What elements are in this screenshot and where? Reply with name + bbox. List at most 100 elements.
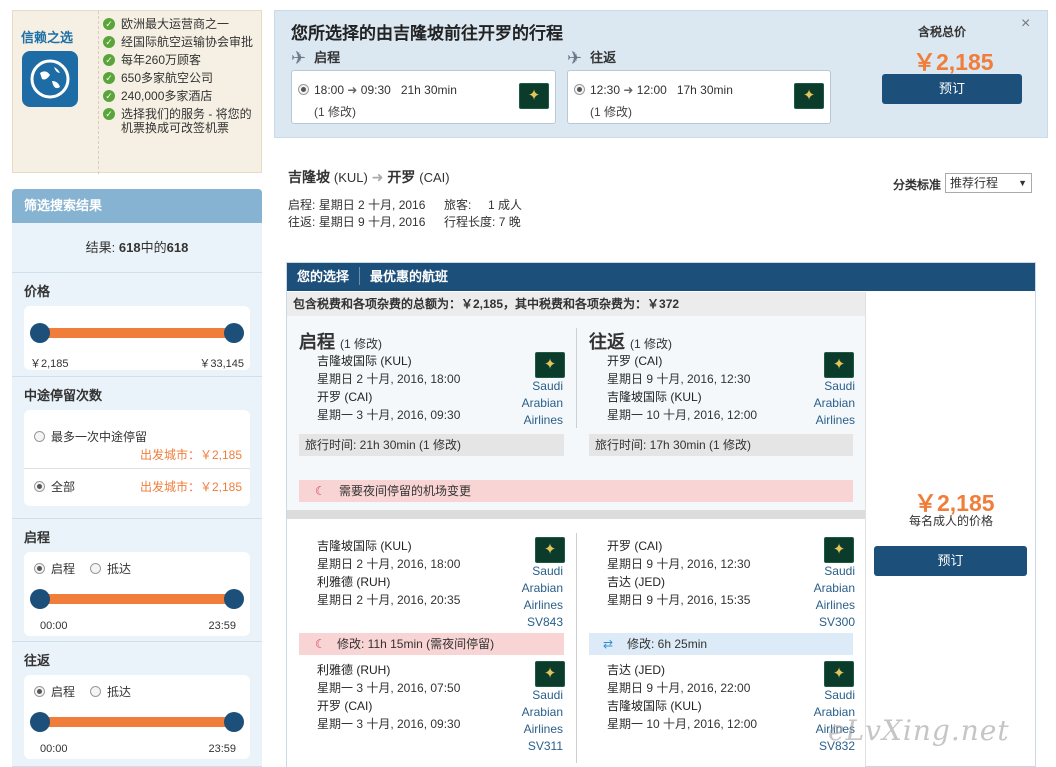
- price-min: ￥2,185: [30, 358, 69, 370]
- return-filter-title: 往返: [24, 653, 51, 668]
- trust-item: ✓ 240,000多家酒店: [103, 89, 263, 103]
- slider-min-handle[interactable]: [30, 589, 50, 609]
- tab-your-choice[interactable]: 您的选择: [287, 263, 359, 291]
- check-icon: ✓: [103, 18, 115, 30]
- return-arrive-radio[interactable]: 抵达: [90, 683, 131, 700]
- per-adult-label: 每名成人的价格: [908, 514, 993, 528]
- radio-icon: [34, 431, 45, 442]
- result-card: 您的选择 最优惠的航班 包含税费和各项杂费的总额为：￥2,185，其中税费和各项杂…: [286, 262, 1036, 767]
- sort-label: 分类标准: [893, 178, 942, 192]
- check-icon: ✓: [103, 72, 115, 84]
- stop-option-one[interactable]: 最多一次中途停留: [34, 428, 147, 445]
- radio-icon[interactable]: [298, 84, 309, 95]
- price-column: ￥2,185 每名成人的价格 预订: [865, 292, 1035, 766]
- globe-icon: [22, 51, 78, 107]
- trip-length: 行程长度: 7 晚: [444, 215, 521, 229]
- saudi-airlines-logo: ✦: [535, 661, 565, 687]
- route-heading: 吉隆坡 (KUL) ➜ 开罗 (CAI): [288, 169, 450, 185]
- summary-section: 启程 (1 修改) 往返 (1 修改) 吉隆坡国际 (KUL) 星期日 2 十月…: [287, 316, 865, 510]
- plane-icon: ✈: [567, 48, 583, 68]
- flight-segment: 吉达 (JED) 星期日 9 十月, 2016, 22:00 吉隆坡国际 (KU…: [607, 663, 758, 731]
- plane-icon: ✈: [291, 48, 307, 68]
- return-summary-card[interactable]: 12:30 ➜ 12:00 17h 30min (1 修改) ✦: [567, 70, 831, 124]
- overnight-warning: ☾ 需要夜间停留的机场变更: [299, 480, 853, 502]
- slider-max-handle[interactable]: [224, 589, 244, 609]
- tab-cheapest[interactable]: 最优惠的航班: [360, 263, 458, 291]
- return-depart-radio[interactable]: 启程: [34, 683, 75, 700]
- layover-warning: ☾ 修改: 11h 15min (需夜间停留): [299, 633, 564, 655]
- total-price: ￥2,185: [913, 49, 994, 75]
- trust-item: ✓ 选择我们的服务 - 将您的机票换成可改签机票: [103, 107, 263, 135]
- airline-name: Saudi Arabian Airlines SV311: [521, 688, 563, 753]
- return-summary-segment: 开罗 (CAI) 星期日 9 十月, 2016, 12:30 吉隆坡国际 (KU…: [607, 354, 758, 422]
- sort-select[interactable]: 推荐行程 ▼: [945, 173, 1032, 193]
- saudi-airlines-logo: ✦: [824, 537, 854, 563]
- time-min: 00:00: [40, 620, 68, 632]
- trust-badge: 信赖之选: [13, 11, 99, 174]
- flight-segment: 开罗 (CAI) 星期日 9 十月, 2016, 12:30 吉达 (JED) …: [607, 539, 751, 607]
- slider-max-handle[interactable]: [224, 323, 244, 343]
- detail-section: 吉隆坡国际 (KUL) 星期日 2 十月, 2016, 18:00 利雅德 (R…: [287, 519, 865, 767]
- flight-segment: 吉隆坡国际 (KUL) 星期日 2 十月, 2016, 18:00 利雅德 (R…: [317, 539, 461, 607]
- close-icon[interactable]: ×: [1021, 15, 1030, 33]
- return-time-slider[interactable]: [24, 711, 250, 733]
- book-button[interactable]: 预订: [882, 74, 1022, 104]
- filter-header: 筛选搜索结果: [12, 189, 262, 223]
- radio-icon: [90, 563, 101, 574]
- outbound-depart-radio[interactable]: 启程: [34, 560, 75, 577]
- book-button[interactable]: 预订: [874, 546, 1027, 576]
- radio-icon: [34, 686, 45, 697]
- price-slider[interactable]: [24, 322, 250, 344]
- radio-icon: [34, 481, 45, 492]
- stop-option-all[interactable]: 全部: [34, 478, 75, 495]
- trust-item: ✓ 欧洲最大运营商之一: [103, 17, 263, 31]
- airline-name: Saudi Arabian Airlines SV300: [813, 564, 855, 629]
- airline-name: Saudi Arabian Airlines: [813, 379, 855, 427]
- outbound-summary-card[interactable]: 18:00 ➜ 09:30 21h 30min (1 修改) ✦: [291, 70, 556, 124]
- stops-filter-title: 中途停留次数: [24, 388, 103, 403]
- selected-title: 您所选择的由吉隆坡前往开罗的行程: [291, 24, 563, 43]
- trust-title: 信赖之选: [21, 30, 74, 45]
- outbound-time-slider[interactable]: [24, 588, 250, 610]
- check-icon: ✓: [103, 108, 115, 120]
- return-heading: 往返 (1 修改): [589, 332, 673, 352]
- moon-icon: ☾: [315, 484, 326, 498]
- results-count: 结果: 618中的618: [12, 223, 262, 273]
- tax-note: 包含税费和各项杂费的总额为：￥2,185，其中税费和各项杂费为：￥372: [287, 292, 865, 316]
- saudi-airlines-logo: ✦: [535, 537, 565, 563]
- flight-segment: 利雅德 (RUH) 星期一 3 十月, 2016, 07:50 开罗 (CAI)…: [317, 663, 461, 731]
- radio-icon[interactable]: [574, 84, 585, 95]
- price-max: ￥33,145: [199, 358, 244, 370]
- moon-icon: ☾: [315, 637, 326, 651]
- trust-item: ✓ 经国际航空运输协会审批: [103, 35, 263, 49]
- saudi-airlines-logo: ✦: [535, 352, 565, 378]
- trust-list: ✓ 欧洲最大运营商之一 ✓ 经国际航空运输协会审批 ✓ 每年260万顾客 ✓ 650多家…: [103, 17, 263, 139]
- slider-max-handle[interactable]: [224, 712, 244, 732]
- trust-item: ✓ 每年260万顾客: [103, 53, 263, 67]
- airline-name: Saudi Arabian Airlines SV843: [521, 564, 563, 629]
- check-icon: ✓: [103, 90, 115, 102]
- time-max: 23:59: [208, 743, 236, 755]
- slider-min-handle[interactable]: [30, 323, 50, 343]
- outbound-summary-segment: 吉隆坡国际 (KUL) 星期日 2 十月, 2016, 18:00 开罗 (CA…: [317, 354, 461, 422]
- slider-min-handle[interactable]: [30, 712, 50, 732]
- return-label: ✈ 往返: [567, 48, 617, 68]
- chevron-down-icon: ▼: [1018, 178, 1027, 188]
- time-min: 00:00: [40, 743, 68, 755]
- saudi-airlines-logo: ✦: [824, 352, 854, 378]
- price-filter: 价格 ￥2,185 ￥33,145: [12, 273, 262, 377]
- stop-option-all-price: 出发城市：￥2,185: [139, 480, 242, 494]
- passengers: 旅客: 1 成人: [444, 198, 523, 212]
- outbound-arrive-radio[interactable]: 抵达: [90, 560, 131, 577]
- outbound-label: ✈ 启程: [291, 48, 341, 68]
- stops-filter: 中途停留次数 最多一次中途停留 出发城市：￥2,185 全部 出发城市：￥2,1…: [12, 377, 262, 519]
- total-price-label: 含税总价: [918, 25, 967, 39]
- outbound-time-filter: 启程 启程 抵达 00:00 23:59: [12, 519, 262, 642]
- filter-panel: 筛选搜索结果 结果: 618中的618 价格 ￥2,185 ￥33,145 中途…: [12, 189, 262, 767]
- time-max: 23:59: [208, 620, 236, 632]
- price-filter-title: 价格: [24, 284, 51, 299]
- outbound-travel-time: 旅行时间: 21h 30min (1 修改): [299, 434, 564, 456]
- saudi-airlines-logo: ✦: [519, 83, 549, 109]
- saudi-airlines-logo: ✦: [824, 661, 854, 687]
- radio-icon: [34, 563, 45, 574]
